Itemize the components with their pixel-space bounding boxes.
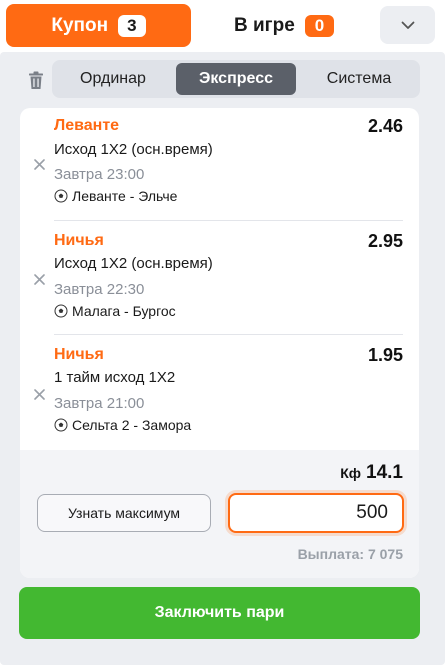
bet-match-name: Сельта 2 - Замора	[72, 417, 192, 433]
bet-market: Исход 1X2 (осн.время)	[54, 141, 213, 158]
tab-in-game-count-badge: 0	[304, 14, 335, 37]
bet-type-selector: Ординар Экспресс Система	[52, 60, 420, 98]
bet-match: Леванте - Эльче	[54, 188, 177, 204]
bet-time: Завтра 23:00	[54, 166, 145, 183]
chevron-down-icon	[401, 21, 414, 29]
bet-match-name: Леванте - Эльче	[72, 188, 178, 204]
total-coefficient: Кф 14.1	[340, 462, 403, 484]
bet-item: Ничья 2.95 Исход 1X2 (осн.время) Завтра …	[20, 222, 419, 336]
coefficient-label: Кф	[340, 465, 362, 481]
coupon-header: Купон 3 В игре 0	[0, 0, 445, 52]
soccer-ball-icon	[54, 189, 68, 203]
bet-market: Исход 1X2 (осн.время)	[54, 255, 213, 272]
bet-item: Леванте 2.46 Исход 1X2 (осн.время) Завтр…	[20, 108, 419, 222]
collapse-button[interactable]	[380, 6, 435, 44]
bet-item: Ничья 1.95 1 тайм исход 1X2 Завтра 21:00…	[20, 336, 419, 450]
stake-input[interactable]	[230, 495, 402, 531]
bet-type-single[interactable]: Ординар	[52, 60, 174, 98]
bet-odds: 1.95	[367, 345, 403, 365]
stake-field	[228, 493, 404, 533]
bet-outcome: Леванте	[54, 117, 120, 134]
remove-bet-button[interactable]	[32, 272, 46, 286]
payout-amount: Выплата: 7 075	[297, 546, 403, 562]
bet-match: Сельта 2 - Замора	[54, 417, 191, 433]
bet-outcome: Ничья	[54, 232, 104, 249]
tab-coupon[interactable]: Купон 3	[6, 4, 191, 47]
bet-type-express[interactable]: Экспресс	[176, 63, 296, 95]
close-icon	[33, 273, 45, 285]
bet-odds: 2.95	[367, 231, 403, 251]
bet-divider	[54, 334, 403, 335]
trash-icon	[29, 71, 43, 89]
bet-odds: 2.46	[367, 116, 403, 136]
bet-time: Завтра 22:30	[54, 281, 145, 298]
place-bet-button[interactable]: Заключить пари	[19, 587, 420, 639]
soccer-ball-icon	[54, 304, 68, 318]
tab-coupon-count-badge: 3	[118, 14, 146, 37]
clear-coupon-button[interactable]	[26, 69, 46, 91]
bet-time: Завтра 21:00	[54, 395, 145, 412]
bet-summary: Кф 14.1 Узнать максимум Выплата: 7 075	[20, 450, 419, 578]
tab-in-game-label: В игре	[234, 14, 295, 36]
bet-match: Малага - Бургос	[54, 303, 176, 319]
soccer-ball-icon	[54, 418, 68, 432]
bet-match-name: Малага - Бургос	[72, 303, 176, 319]
bet-divider	[54, 220, 403, 221]
get-max-stake-button[interactable]: Узнать максимум	[37, 494, 211, 532]
bet-market: 1 тайм исход 1X2	[54, 369, 176, 386]
coefficient-value: 14.1	[366, 462, 403, 483]
close-icon	[33, 158, 45, 170]
bet-outcome: Ничья	[54, 346, 104, 363]
remove-bet-button[interactable]	[32, 157, 46, 171]
tab-in-game[interactable]: В игре 0	[218, 4, 368, 47]
remove-bet-button[interactable]	[32, 387, 46, 401]
close-icon	[33, 388, 45, 400]
tab-coupon-label: Купон	[51, 14, 109, 36]
bet-type-system[interactable]: Система	[298, 60, 420, 98]
